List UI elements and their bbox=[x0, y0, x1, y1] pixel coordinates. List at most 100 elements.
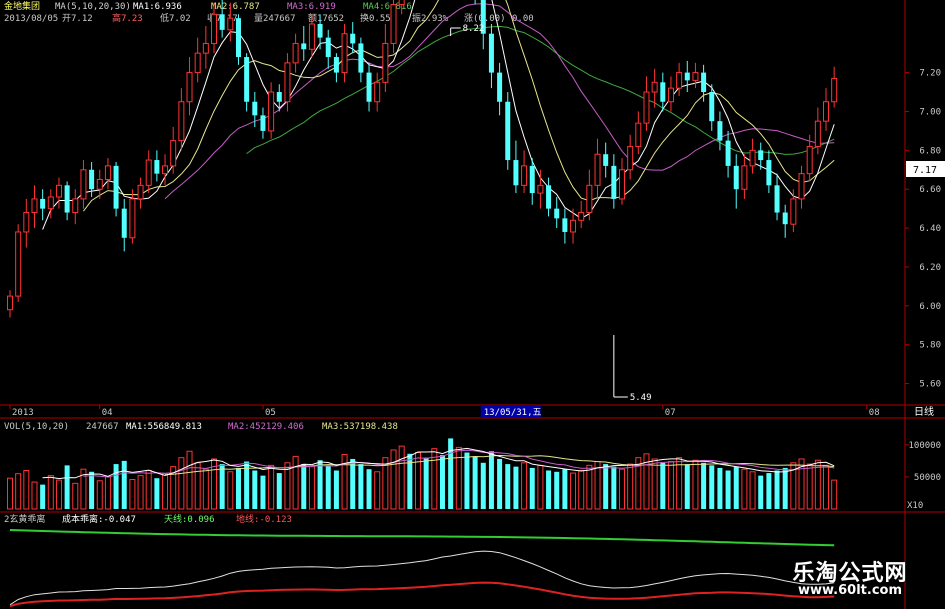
candle-body-up bbox=[390, 4, 397, 44]
volume-bar-up bbox=[308, 466, 315, 510]
stock-chart: 金地集团 MA(5,10,20,30) MA1:6.936 MA2:6.787 … bbox=[0, 0, 945, 609]
volume-bar-down bbox=[276, 473, 282, 509]
candle-body-up bbox=[292, 42, 299, 64]
candle-body-up bbox=[23, 212, 30, 233]
price-tick-label: 6.20 bbox=[919, 263, 941, 273]
candle-body-up bbox=[80, 169, 87, 200]
candle-body-up bbox=[308, 23, 315, 50]
candle-body-down bbox=[546, 185, 552, 209]
candle-body-up bbox=[586, 184, 593, 214]
current-price-label: 7.17 bbox=[913, 165, 937, 176]
candle-body-up bbox=[667, 87, 674, 103]
candle-body-down bbox=[725, 140, 731, 166]
ma3-label: MA3:6.919 bbox=[287, 2, 336, 12]
volume-bar-up bbox=[390, 449, 397, 510]
candle-body-down bbox=[252, 101, 258, 116]
candle-body-up bbox=[692, 72, 699, 81]
volume-bar-down bbox=[464, 452, 470, 509]
volume-bar-down bbox=[562, 469, 568, 509]
volume-bar-up bbox=[749, 471, 756, 510]
volume-bar-up bbox=[178, 457, 185, 510]
candle-body-up bbox=[96, 178, 103, 190]
candle-body-down bbox=[488, 33, 494, 73]
volume-bar-up bbox=[627, 463, 634, 510]
volume-bar-up bbox=[194, 462, 201, 510]
candle-body-down bbox=[219, 14, 225, 30]
volume-bar-down bbox=[366, 469, 372, 509]
watermark-url: www.60lt.com bbox=[797, 583, 903, 598]
candle-body-up bbox=[227, 17, 234, 31]
volume-bar-down bbox=[529, 467, 535, 509]
volume-bar-down bbox=[488, 451, 494, 509]
volume-bar-up bbox=[96, 480, 103, 510]
stock-name: 金地集团 bbox=[4, 0, 40, 12]
price-tick-label: 7.20 bbox=[919, 69, 941, 79]
volume-bar-down bbox=[717, 467, 723, 509]
volume-bar-down bbox=[252, 470, 258, 509]
volume-bar-down bbox=[301, 464, 307, 509]
volume-bar-up bbox=[292, 455, 299, 510]
candle-body-up bbox=[194, 52, 201, 74]
volume-bar-up bbox=[227, 471, 234, 510]
candle-body-down bbox=[513, 160, 519, 186]
volume-header: VOL(5,10,20) 247667 MA1:556849.813 MA2:4… bbox=[4, 422, 398, 432]
quote-low: 低7.02 bbox=[160, 12, 191, 24]
volume-bar-up bbox=[521, 462, 528, 510]
volume-bar-down bbox=[774, 470, 780, 509]
volume-bar-up bbox=[806, 463, 813, 510]
volume-bar-down bbox=[325, 465, 331, 509]
volume-bar-up bbox=[72, 482, 79, 510]
date-tick-label: 07 bbox=[665, 408, 676, 418]
volume-bar-down bbox=[603, 464, 609, 509]
volume-bar-up bbox=[23, 470, 30, 510]
candle-body-down bbox=[325, 37, 331, 58]
candle-body-down bbox=[244, 57, 250, 102]
candle-body-up bbox=[31, 198, 38, 214]
date-tick-label: 2013 bbox=[12, 408, 34, 418]
candle-body-down bbox=[733, 165, 739, 190]
candle-body-up bbox=[341, 33, 348, 74]
candle-body-up bbox=[398, 0, 405, 6]
volume-bar-down bbox=[89, 471, 95, 509]
candle-body-up bbox=[806, 145, 813, 175]
candle-body-down bbox=[554, 208, 560, 219]
candle-body-up bbox=[578, 212, 585, 221]
candle-body-up bbox=[643, 91, 650, 124]
candle-body-up bbox=[202, 42, 209, 54]
price-tick-label: 6.80 bbox=[919, 146, 941, 156]
volume-bar-down bbox=[40, 484, 46, 509]
candle-body-down bbox=[358, 43, 364, 73]
volume-bar-down bbox=[121, 460, 127, 509]
candle-body-down bbox=[121, 208, 127, 238]
candle-body-down bbox=[333, 57, 339, 73]
candle-body-up bbox=[47, 196, 54, 210]
volume-unit: X10 bbox=[907, 501, 923, 511]
volume-bar-down bbox=[701, 462, 707, 509]
volume-bar-down bbox=[758, 475, 764, 509]
candle-body-down bbox=[603, 154, 609, 166]
candle-body-up bbox=[268, 91, 275, 132]
volume-bar-down bbox=[235, 467, 241, 509]
volume-bar-down bbox=[497, 458, 503, 509]
volume-bar-up bbox=[104, 476, 111, 510]
candle-body-up bbox=[284, 62, 291, 103]
indicator-label: 2玄黄乖离 bbox=[4, 513, 45, 525]
candle-body-up bbox=[741, 165, 748, 190]
volume-bar-down bbox=[709, 465, 715, 509]
candle-body-down bbox=[782, 212, 788, 225]
volume-bar-down bbox=[733, 466, 739, 509]
candle-body-up bbox=[178, 101, 185, 142]
volume-bar-up bbox=[651, 458, 658, 510]
candle-body-up bbox=[627, 145, 634, 171]
volume-bar-down bbox=[64, 465, 70, 509]
volume-tick-label: 50000 bbox=[914, 473, 941, 483]
volume-bar-up bbox=[586, 464, 593, 510]
ma-label: MA(5,10,20,30) bbox=[55, 2, 131, 12]
candle-body-up bbox=[72, 198, 79, 214]
volume-bar-up bbox=[667, 461, 674, 510]
volume-bar-down bbox=[766, 473, 772, 509]
indicator-sky: 天线:0.096 bbox=[164, 513, 215, 525]
volume-bar-down bbox=[154, 478, 160, 509]
volume-bar-up bbox=[145, 470, 152, 510]
candle-body-up bbox=[594, 153, 601, 186]
